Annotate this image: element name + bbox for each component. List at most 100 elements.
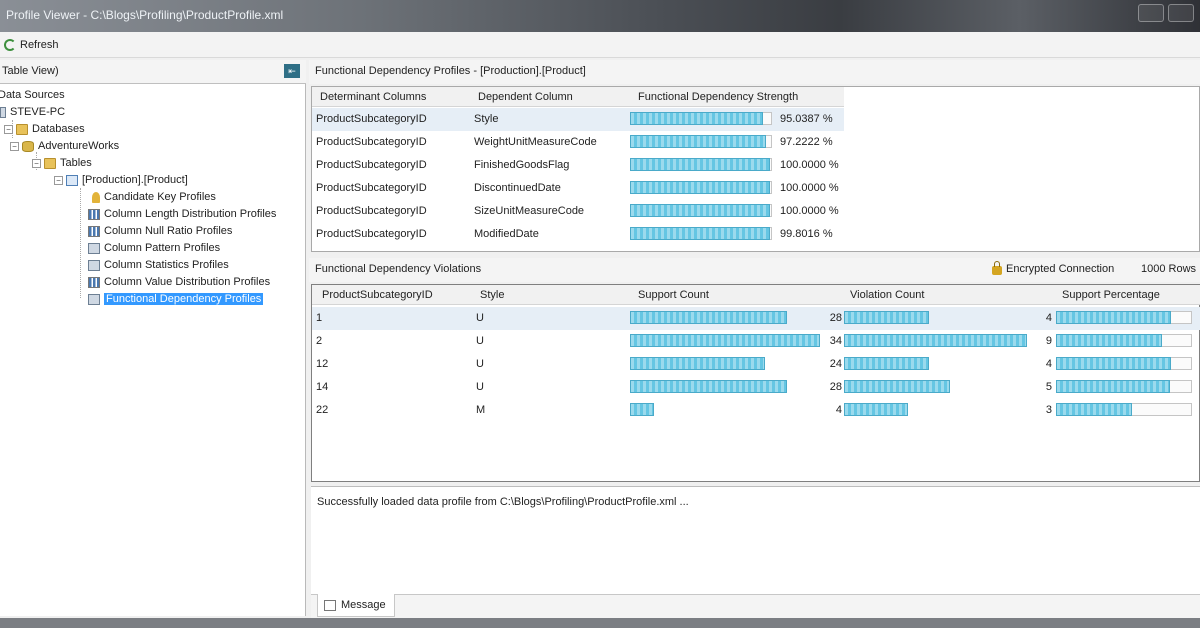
profiles-grid-header: Determinant Columns Dependent Column Fun… [312,87,844,107]
tree-node-column-null-ratio[interactable]: Column Null Ratio Profiles [88,223,232,239]
tree-node-databases[interactable]: − Databases [4,121,85,137]
tree-node-data-sources[interactable]: Data Sources [0,87,65,103]
minimize-button[interactable] [1138,4,1164,22]
style-cell: U [476,335,484,347]
violations-grid-header: ProductSubcategoryID Style Support Count… [312,285,1200,305]
profile-row[interactable]: ProductSubcategoryID DiscontinuedDate 100.… [312,177,844,200]
support-count-cell: 28 [829,312,842,324]
tree-node-label: Column Null Ratio Profiles [104,225,233,237]
statistics-icon [88,259,100,271]
collapse-icon[interactable]: − [4,124,13,134]
toolbar: Refresh [0,32,1200,58]
collapse-icon[interactable]: − [32,158,41,168]
tab-message[interactable]: Message [317,594,395,617]
tab-label: Message [341,599,386,611]
tree-node-tables[interactable]: − Tables [32,155,92,171]
violation-row[interactable]: 12 U 24 4 [312,353,1200,376]
tree-node-database[interactable]: − AdventureWorks [10,138,119,154]
violation-row[interactable]: 14 U 28 5 [312,376,1200,399]
violation-row[interactable]: 22 M 4 3 [312,399,1200,422]
tree-node-label: Databases [32,123,85,135]
determinant-cell: ProductSubcategoryID [316,205,427,217]
pin-panel-icon[interactable]: ⇤ [284,64,300,78]
support-count-bar [630,403,654,416]
chart-icon [88,225,100,237]
tree-node-functional-dependency[interactable]: Functional Dependency Profiles [88,291,264,307]
encrypted-connection-label: Encrypted Connection [1006,263,1115,275]
tree-node-column-value-distribution[interactable]: Column Value Distribution Profiles [88,274,270,290]
tree-node-column-statistics[interactable]: Column Statistics Profiles [88,257,229,273]
profile-row[interactable]: ProductSubcategoryID Style 95.0387 % [312,108,844,131]
style-cell: U [476,381,484,393]
window-title: Profile Viewer - C:\Blogs\Profiling\Prod… [6,8,284,22]
close-button[interactable] [1168,4,1194,22]
tree-node-server[interactable]: STEVE-PC [0,104,65,120]
folder-icon [44,157,56,169]
subcategory-id-cell: 2 [316,335,323,347]
pattern-icon [88,242,100,254]
folder-icon [16,123,28,135]
determinant-cell: ProductSubcategoryID [316,182,427,194]
database-icon [22,140,34,152]
dependent-cell: Style [474,113,499,125]
support-count-cell: 24 [829,358,842,370]
violation-row[interactable]: 1 U 28 4 [312,307,1200,330]
subcategory-id-cell: 22 [316,404,329,416]
chart-icon [88,208,100,220]
style-cell: U [476,358,484,370]
violation-count-bar [844,403,908,416]
strength-bar [630,112,763,125]
violation-count-bar [844,334,1027,347]
tree-node-table[interactable]: − [Production].[Product] [54,172,188,188]
profile-row[interactable]: ProductSubcategoryID ModifiedDate 99.8016 … [312,223,844,246]
support-count-cell: 34 [829,335,842,347]
tree-node-candidate-key[interactable]: Candidate Key Profiles [92,189,216,205]
tree-node-label: Tables [60,157,92,169]
status-bar [0,618,1200,628]
tree-node-label: Candidate Key Profiles [104,191,216,203]
profile-row[interactable]: ProductSubcategoryID WeightUnitMeasureCod… [312,131,844,154]
column-header[interactable]: Support Percentage [1062,289,1160,301]
message-panel: Successfully loaded data profile from C:… [311,486,1200,594]
column-header[interactable]: Dependent Column [478,91,573,103]
column-header[interactable]: Style [480,289,504,301]
support-count-bar [630,357,765,370]
column-header[interactable]: Functional Dependency Strength [638,91,798,103]
violation-row[interactable]: 2 U 34 9 [312,330,1200,353]
table-icon [66,174,78,186]
key-icon [92,191,100,203]
support-count-bar [630,334,820,347]
collapse-icon[interactable]: − [10,141,19,151]
tree-node-label: STEVE-PC [10,106,66,118]
column-header[interactable]: ProductSubcategoryID [322,289,433,301]
determinant-cell: ProductSubcategoryID [316,113,427,125]
computer-icon [0,106,6,118]
profile-row[interactable]: ProductSubcategoryID SizeUnitMeasureCode 1… [312,200,844,223]
support-percentage-bar [1056,311,1171,324]
column-header[interactable]: Determinant Columns [320,91,426,103]
strength-bar [630,227,770,240]
tree-node-label: Column Length Distribution Profiles [104,208,277,220]
collapse-icon[interactable]: − [54,175,63,185]
style-cell: U [476,312,484,324]
tree-node-column-pattern[interactable]: Column Pattern Profiles [88,240,220,256]
violation-count-bar [844,311,929,324]
strength-bar [630,135,766,148]
tree-node-label: Data Sources [0,89,65,101]
support-count-bar [630,380,787,393]
violation-count-cell: 5 [1045,381,1052,393]
tree-node-column-length[interactable]: Column Length Distribution Profiles [88,206,276,222]
determinant-cell: ProductSubcategoryID [316,159,427,171]
profile-row[interactable]: ProductSubcategoryID FinishedGoodsFlag 100… [312,154,844,177]
column-header[interactable]: Violation Count [850,289,924,301]
strength-label: 95.0387 % [780,113,833,125]
status-message: Successfully loaded data profile from C:… [317,496,689,508]
violations-grid: ProductSubcategoryID Style Support Count… [311,284,1200,482]
dependent-cell: DiscontinuedDate [474,182,561,194]
support-count-bar [630,311,787,324]
support-percentage-bar [1056,334,1162,347]
column-header[interactable]: Support Count [638,289,709,301]
refresh-button[interactable]: Refresh [4,36,59,54]
strength-bar [630,204,770,217]
message-tabs: Message [311,594,1200,618]
